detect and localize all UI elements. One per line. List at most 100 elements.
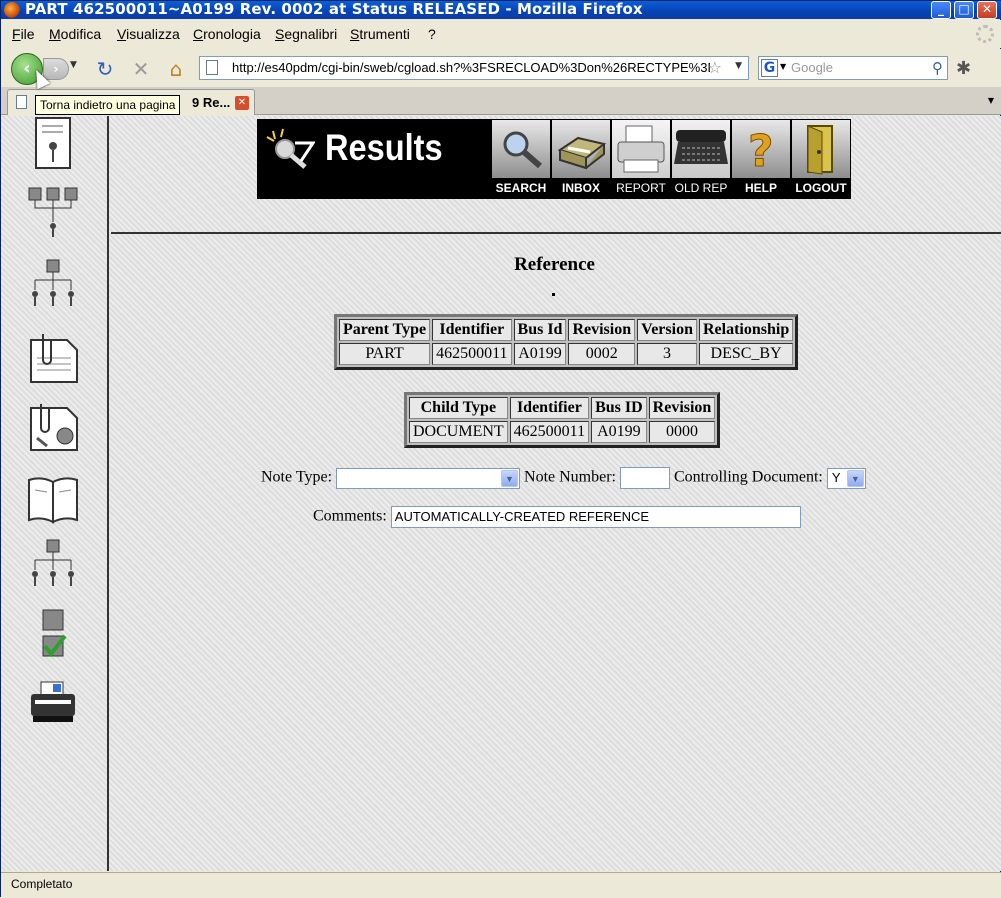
book-icon[interactable] <box>23 470 83 528</box>
comments-field[interactable]: AUTOMATICALLY-CREATED REFERENCE <box>390 506 801 528</box>
inbox-icon <box>552 120 610 178</box>
tab-close-icon[interactable]: ✕ <box>235 96 249 110</box>
page-icon <box>206 60 218 75</box>
table-header: Bus ID <box>591 397 647 419</box>
chevron-down-icon[interactable]: ▼ <box>846 469 864 487</box>
table-cell: 0000 <box>648 421 716 443</box>
stop-icon[interactable]: ✕ <box>129 57 153 81</box>
results-banner: Results SEARCH INBOX REPORT OLD REP ? HE… <box>257 119 851 199</box>
controlling-document-label: Controlling Document: <box>674 468 823 486</box>
search-engine-dropdown-icon[interactable]: ▼ <box>780 62 786 71</box>
maximize-button[interactable]: □ <box>954 1 974 19</box>
controlling-document-value: Y <box>831 469 841 485</box>
document-icon[interactable] <box>23 116 83 174</box>
attachment-tools-icon[interactable] <box>23 398 83 456</box>
history-dropdown-icon[interactable]: ▼ <box>70 60 77 70</box>
url-dropdown-icon[interactable]: ▼ <box>735 61 742 71</box>
table-row: DOCUMENT 462500011 A0199 0000 <box>409 421 716 443</box>
table-row: PART 462500011 A0199 0002 3 DESC_BY <box>339 343 794 365</box>
note-type-select[interactable]: ▼ <box>336 467 521 489</box>
note-form-row: Note Type: ▼ Note Number: Controlling Do… <box>261 467 866 491</box>
page-icon <box>16 95 27 109</box>
minimize-button[interactable]: _ <box>931 1 951 19</box>
table-cell: 462500011 <box>432 343 512 365</box>
search-button[interactable]: SEARCH <box>491 119 551 199</box>
help-button[interactable]: ? HELP <box>731 119 791 199</box>
url-text[interactable]: http://es40pdm/cgi-bin/sweb/cgload.sh?%3… <box>232 60 710 75</box>
window-title: PART 462500011~A0199 Rev. 0002 at Status… <box>25 0 643 18</box>
table-cell: 3 <box>637 343 697 365</box>
table-cell: PART <box>339 343 431 365</box>
comments-row: Comments: AUTOMATICALLY-CREATED REFERENC… <box>313 506 801 528</box>
activity-throbber-icon <box>976 25 994 43</box>
old-rep-label: OLD REP <box>674 181 728 195</box>
back-tooltip: Torna indietro una pagina <box>35 95 181 115</box>
status-bar: Completato <box>1 872 1001 898</box>
menu-segnalibri[interactable]: Segnalibri <box>275 26 337 42</box>
firefox-icon <box>4 2 20 18</box>
table-header: Version <box>637 319 697 341</box>
child-tree-icon[interactable] <box>23 256 83 314</box>
table-cell: A0199 <box>591 421 647 443</box>
table-header-row: Child Type Identifier Bus ID Revision <box>409 397 716 419</box>
search-bar[interactable]: G ▼ Google ⚲ <box>758 56 948 80</box>
parent-table: Parent Type Identifier Bus Id Revision V… <box>334 314 799 370</box>
menu-bar: File Modifica Visualizza Cronologia Segn… <box>1 20 1001 48</box>
search-input[interactable]: Google <box>791 60 833 75</box>
results-title: Results <box>325 127 443 168</box>
table-header: Revision <box>568 319 636 341</box>
typewriter-icon <box>672 120 730 178</box>
logout-button[interactable]: LOGOUT <box>791 119 851 199</box>
child-table: Child Type Identifier Bus ID Revision DO… <box>404 392 721 448</box>
printer-icon[interactable] <box>23 674 83 732</box>
page-content: Results SEARCH INBOX REPORT OLD REP ? HE… <box>1 116 1001 871</box>
table-cell: DESC_BY <box>698 343 794 365</box>
search-icon[interactable]: ⚲ <box>932 59 943 77</box>
decorative-dot <box>552 293 555 296</box>
table-cell: 462500011 <box>509 421 590 443</box>
door-icon <box>792 120 850 178</box>
menu-strumenti[interactable]: Strumenti <box>350 26 410 42</box>
menu-modifica[interactable]: Modifica <box>49 26 101 42</box>
status-text: Completato <box>11 877 73 891</box>
inbox-label: INBOX <box>561 181 600 195</box>
tab-list-dropdown-icon[interactable]: ▼ <box>984 93 998 109</box>
multi-parent-tree-icon[interactable] <box>23 182 83 240</box>
checklist-icon[interactable] <box>23 606 83 664</box>
chevron-down-icon[interactable]: ▼ <box>501 469 519 487</box>
question-mark-icon: ? <box>732 120 790 178</box>
table-cell: 0002 <box>568 343 636 365</box>
home-icon[interactable]: ⌂ <box>164 57 188 81</box>
search-icon <box>492 120 550 178</box>
table-cell: A0199 <box>513 343 567 365</box>
table-header: Parent Type <box>339 319 431 341</box>
note-type-label: Note Type: <box>261 468 333 486</box>
inbox-button[interactable]: INBOX <box>551 119 611 199</box>
menu-visualizza[interactable]: Visualizza <box>117 26 180 42</box>
table-header: Identifier <box>509 397 590 419</box>
browser-window: PART 462500011~A0199 Rev. 0002 at Status… <box>0 0 1001 898</box>
menu-help[interactable]: ? <box>428 26 436 42</box>
table-header: Identifier <box>432 319 512 341</box>
old-rep-button[interactable]: OLD REP <box>671 119 731 199</box>
menu-file[interactable]: File <box>12 26 35 42</box>
bookmark-star-icon[interactable]: ☆ <box>708 58 722 77</box>
comments-label: Comments: <box>313 507 387 525</box>
note-number-field[interactable] <box>620 467 670 489</box>
google-engine-icon[interactable]: G <box>761 59 778 77</box>
reload-icon[interactable]: ↻ <box>93 57 117 81</box>
menu-cronologia[interactable]: Cronologia <box>193 26 261 42</box>
close-window-button[interactable]: ✕ <box>977 1 997 19</box>
help-label: HELP <box>744 181 777 195</box>
url-bar[interactable]: http://es40pdm/cgi-bin/sweb/cgload.sh?%3… <box>199 56 749 80</box>
left-toolbar-frame <box>1 116 109 871</box>
results-magnifier-icon <box>266 128 315 169</box>
main-frame: Reference Parent Type Identifier Bus Id … <box>111 236 1001 871</box>
table-header-row: Parent Type Identifier Bus Id Revision V… <box>339 319 794 341</box>
child-tree-icon[interactable] <box>23 536 83 594</box>
controlling-document-select[interactable]: Y ▼ <box>826 467 866 489</box>
report-button[interactable]: REPORT <box>611 119 671 199</box>
addon-icon[interactable]: ✱ <box>956 58 971 79</box>
attachment-icon[interactable] <box>23 330 83 388</box>
navigation-bar: ‹ › ▼ ↻ ✕ ⌂ http://es40pdm/cgi-bin/sweb/… <box>1 49 1001 87</box>
